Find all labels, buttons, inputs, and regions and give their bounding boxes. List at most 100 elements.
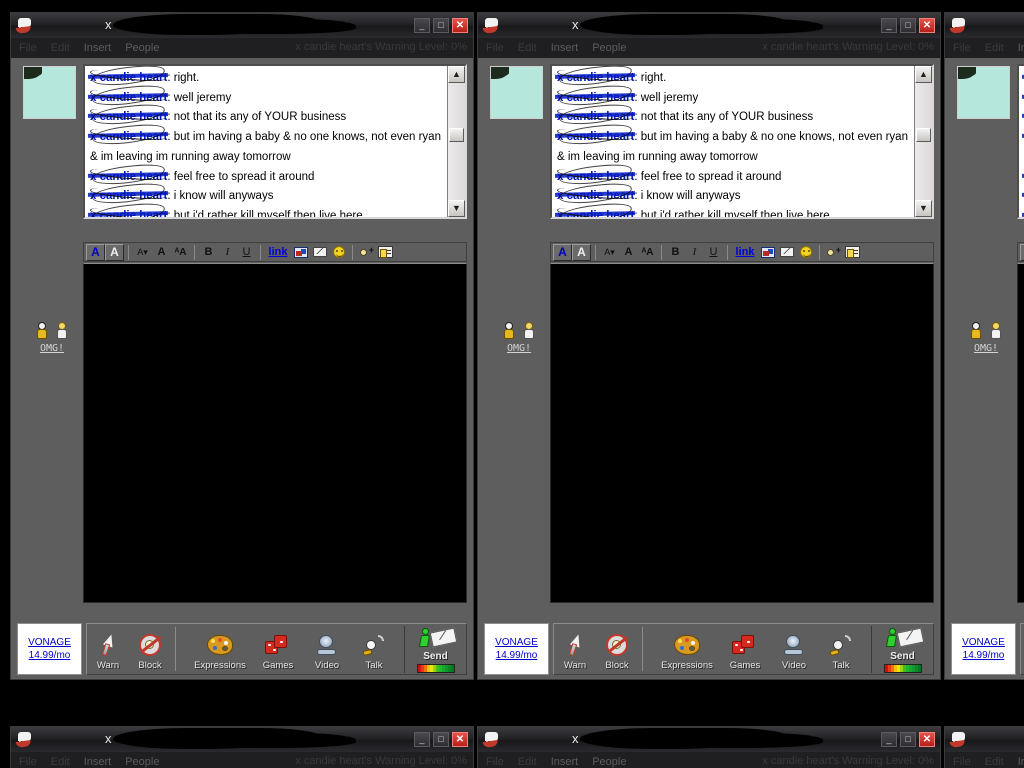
conversation-pane[interactable]: x candie heart: right. x candie heart: w… [1017, 64, 1024, 219]
instant-message-window[interactable]: x C - Instant Message IT _ □ ✕ File Edit… [477, 12, 941, 680]
instant-message-window[interactable]: x C - Instant Message IT _ □ ✕ File Edit… [477, 726, 941, 768]
title-bar[interactable]: x C - Instant Message _ □ ✕ [945, 727, 1024, 752]
insert-image-icon[interactable] [291, 244, 310, 261]
away-status-area[interactable]: OMG! [957, 320, 1015, 354]
close-button[interactable]: ✕ [452, 732, 468, 747]
close-button[interactable]: ✕ [919, 732, 935, 747]
menu-item-file[interactable]: File [486, 42, 504, 54]
font-size-increase-button[interactable]: ᴬA [171, 244, 190, 261]
menu-item-edit[interactable]: Edit [518, 756, 537, 768]
instant-message-window[interactable]: x C - Instant Message _ □ ✕ File Edit In… [944, 726, 1024, 768]
vonage-ad-link[interactable]: VONAGE 14.99/mo [17, 623, 82, 675]
underline-button[interactable]: U [704, 244, 723, 261]
maximize-button[interactable]: □ [900, 732, 916, 747]
menu-item-insert[interactable]: Insert [551, 42, 579, 54]
vonage-ad-link[interactable]: VONAGE 14.99/mo [484, 623, 549, 675]
instant-message-window[interactable]: x C - Instant Message _ □ ✕ File Edit In… [944, 12, 1024, 680]
menu-bar[interactable]: File Edit Insert People x candie heart's… [945, 752, 1024, 768]
buddy-info-icon[interactable] [376, 244, 395, 261]
message-compose-input[interactable] [1017, 263, 1024, 603]
menu-item-insert[interactable]: Insert [84, 42, 112, 54]
insert-email-icon[interactable] [777, 244, 796, 261]
menu-item-people[interactable]: People [592, 42, 626, 54]
instant-message-window[interactable]: x C - Instant Message IT _ □ ✕ File Edit… [10, 726, 474, 768]
ad-line-1[interactable]: VONAGE [495, 636, 538, 649]
menu-item-insert[interactable]: Insert [1018, 42, 1024, 54]
buddy-icon[interactable] [490, 66, 543, 119]
close-button[interactable]: ✕ [919, 18, 935, 33]
instant-message-window[interactable]: x C - Instant Message IT _ □ ✕ File Edit… [10, 12, 474, 680]
formatting-toolbar[interactable]: A A A▾ A ᴬA B I U link [550, 242, 934, 262]
menu-bar[interactable]: File Edit Insert People x candie heart's… [945, 38, 1024, 58]
minimize-button[interactable]: _ [414, 732, 430, 747]
conversation-pane[interactable]: x candie heart: right. x candie heart: w… [550, 64, 934, 219]
away-status-area[interactable]: OMG! [490, 320, 548, 354]
maximize-button[interactable]: □ [433, 18, 449, 33]
italic-button[interactable]: I [685, 244, 704, 261]
add-buddy-icon[interactable]: + [357, 244, 376, 261]
font-face-button[interactable]: A▾ [600, 244, 619, 261]
games-button[interactable]: Games [253, 625, 303, 673]
menu-item-edit[interactable]: Edit [985, 756, 1004, 768]
warn-button[interactable]: Warn [87, 625, 129, 673]
background-color-button[interactable]: A [572, 243, 591, 261]
menu-item-people[interactable]: People [125, 42, 159, 54]
menu-item-edit[interactable]: Edit [518, 42, 537, 54]
buddy-icon[interactable] [23, 66, 76, 119]
menu-item-insert[interactable]: Insert [1018, 756, 1024, 768]
font-size-button[interactable]: A [619, 244, 638, 261]
vonage-ad-link[interactable]: VONAGE 14.99/mo [951, 623, 1016, 675]
maximize-button[interactable]: □ [900, 18, 916, 33]
minimize-button[interactable]: _ [881, 18, 897, 33]
title-bar[interactable]: x C - Instant Message IT _ □ ✕ [11, 13, 473, 38]
menu-item-edit[interactable]: Edit [51, 42, 70, 54]
menu-item-file[interactable]: File [19, 756, 37, 768]
ad-line-1[interactable]: VONAGE [962, 636, 1005, 649]
insert-smiley-icon[interactable] [796, 244, 815, 261]
menu-item-insert[interactable]: Insert [551, 756, 579, 768]
message-compose-input[interactable] [550, 263, 934, 603]
menu-item-file[interactable]: File [19, 42, 37, 54]
buddy-icon[interactable] [957, 66, 1010, 119]
ad-line-2[interactable]: 14.99/mo [29, 649, 71, 662]
maximize-button[interactable]: □ [433, 732, 449, 747]
close-button[interactable]: ✕ [452, 18, 468, 33]
menu-item-file[interactable]: File [953, 42, 971, 54]
talk-button[interactable]: Talk [818, 625, 864, 673]
minimize-button[interactable]: _ [414, 18, 430, 33]
bold-button[interactable]: B [199, 244, 218, 261]
menu-item-edit[interactable]: Edit [51, 756, 70, 768]
insert-smiley-icon[interactable] [329, 244, 348, 261]
scroll-up-button[interactable]: ▲ [915, 66, 932, 83]
send-button[interactable]: Send [404, 625, 466, 673]
ad-line-1[interactable]: VONAGE [28, 636, 71, 649]
bold-button[interactable]: B [666, 244, 685, 261]
conversation-pane[interactable]: x candie heart: right. x candie heart: w… [83, 64, 467, 219]
menu-item-people[interactable]: People [125, 756, 159, 768]
menu-item-file[interactable]: File [953, 756, 971, 768]
conversation-scrollbar[interactable]: ▲ ▼ [914, 66, 932, 217]
font-size-increase-button[interactable]: ᴬA [638, 244, 657, 261]
ad-line-2[interactable]: 14.99/mo [496, 649, 538, 662]
text-color-button[interactable]: A [86, 243, 105, 261]
talk-button[interactable]: Talk [351, 625, 397, 673]
menu-bar[interactable]: File Edit Insert People x candie heart's… [478, 752, 940, 768]
scrollbar-thumb[interactable] [449, 128, 464, 142]
menu-bar[interactable]: File Edit Insert People x candie heart's… [478, 38, 940, 58]
hyperlink-button[interactable]: link [265, 244, 291, 261]
block-button[interactable]: Block [129, 625, 171, 673]
away-status-area[interactable]: OMG! [23, 320, 81, 354]
message-compose-input[interactable] [83, 263, 467, 603]
hyperlink-button[interactable]: link [732, 244, 758, 261]
menu-item-insert[interactable]: Insert [84, 756, 112, 768]
menu-item-edit[interactable]: Edit [985, 42, 1004, 54]
menu-bar[interactable]: File Edit Insert People x candie heart's… [11, 38, 473, 58]
background-color-button[interactable]: A [105, 243, 124, 261]
scroll-down-button[interactable]: ▼ [915, 200, 932, 217]
block-button[interactable]: Block [596, 625, 638, 673]
scroll-down-button[interactable]: ▼ [448, 200, 465, 217]
add-buddy-icon[interactable]: + [824, 244, 843, 261]
font-face-button[interactable]: A▾ [133, 244, 152, 261]
video-button[interactable]: Video [303, 625, 351, 673]
scroll-up-button[interactable]: ▲ [448, 66, 465, 83]
